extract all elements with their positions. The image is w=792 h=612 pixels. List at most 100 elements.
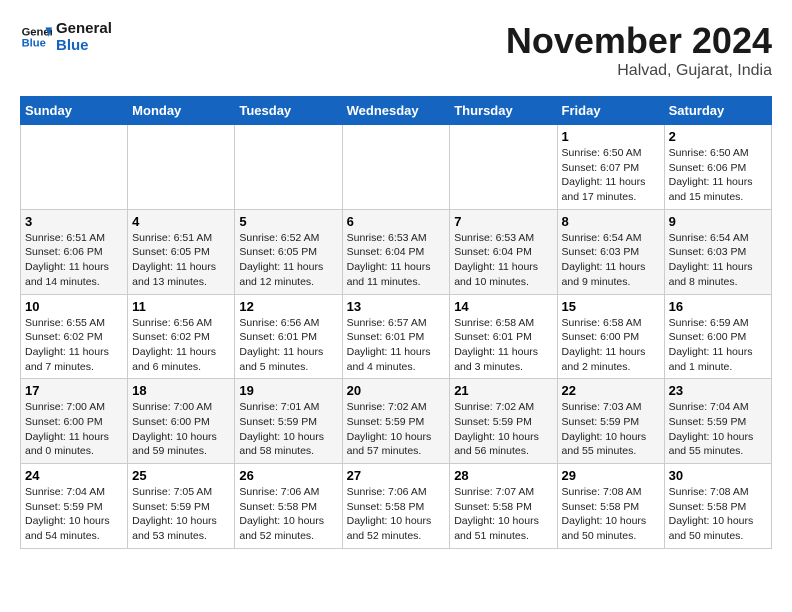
day-cell: 19 Sunrise: 7:01 AM Sunset: 5:59 PM Dayli… [235, 379, 342, 464]
day-cell [342, 125, 450, 210]
day-cell: 12Sunrise: 6:56 AM Sunset: 6:01 PM Dayli… [235, 294, 342, 379]
day-info: Sunrise: 6:50 AM Sunset: 6:07 PM Dayligh… [562, 146, 660, 205]
day-number: 7 [454, 214, 552, 229]
day-cell: 5 Sunrise: 6:52 AM Sunset: 6:05 PM Daylig… [235, 209, 342, 294]
day-cell: 13Sunrise: 6:57 AM Sunset: 6:01 PM Dayli… [342, 294, 450, 379]
weekday-header-monday: Monday [128, 97, 235, 125]
day-cell: 18 Sunrise: 7:00 AM Sunset: 6:00 PM Dayli… [128, 379, 235, 464]
week-row-2: 10 Sunrise: 6:55 AM Sunset: 6:02 PM Dayli… [21, 294, 772, 379]
weekday-header-wednesday: Wednesday [342, 97, 450, 125]
day-cell: 22 Sunrise: 7:03 AM Sunset: 5:59 PM Dayli… [557, 379, 664, 464]
day-info: Sunrise: 7:07 AM Sunset: 5:58 PM Dayligh… [454, 485, 552, 544]
day-number: 6 [347, 214, 446, 229]
day-cell: 7Sunrise: 6:53 AM Sunset: 6:04 PM Daylig… [450, 209, 557, 294]
day-number: 19 [239, 383, 337, 398]
day-info: Sunrise: 7:06 AM Sunset: 5:58 PM Dayligh… [239, 485, 337, 544]
day-info: Sunrise: 7:06 AM Sunset: 5:58 PM Dayligh… [347, 485, 446, 544]
day-info: Sunrise: 7:08 AM Sunset: 5:58 PM Dayligh… [669, 485, 767, 544]
day-number: 30 [669, 468, 767, 483]
logo-icon: General Blue [20, 21, 52, 53]
day-cell: 29Sunrise: 7:08 AM Sunset: 5:58 PM Dayli… [557, 464, 664, 549]
logo-line1: General [56, 20, 112, 37]
day-cell: 6 Sunrise: 6:53 AM Sunset: 6:04 PM Daylig… [342, 209, 450, 294]
day-number: 17 [25, 383, 123, 398]
week-row-3: 17 Sunrise: 7:00 AM Sunset: 6:00 PM Dayli… [21, 379, 772, 464]
day-number: 28 [454, 468, 552, 483]
day-info: Sunrise: 6:50 AM Sunset: 6:06 PM Dayligh… [669, 146, 767, 205]
day-number: 5 [239, 214, 337, 229]
svg-text:Blue: Blue [22, 38, 46, 50]
weekday-header-row: SundayMondayTuesdayWednesdayThursdayFrid… [21, 97, 772, 125]
day-cell: 11 Sunrise: 6:56 AM Sunset: 6:02 PM Dayli… [128, 294, 235, 379]
week-row-4: 24 Sunrise: 7:04 AM Sunset: 5:59 PM Dayli… [21, 464, 772, 549]
weekday-header-saturday: Saturday [664, 97, 771, 125]
page-header: General Blue General Blue November 2024 … [20, 20, 772, 80]
day-number: 11 [132, 299, 230, 314]
day-number: 24 [25, 468, 123, 483]
day-cell: 28 Sunrise: 7:07 AM Sunset: 5:58 PM Dayli… [450, 464, 557, 549]
title-block: November 2024 Halvad, Gujarat, India [506, 20, 772, 80]
day-number: 10 [25, 299, 123, 314]
day-info: Sunrise: 7:03 AM Sunset: 5:59 PM Dayligh… [562, 400, 660, 459]
weekday-header-thursday: Thursday [450, 97, 557, 125]
day-info: Sunrise: 7:04 AM Sunset: 5:59 PM Dayligh… [669, 400, 767, 459]
day-info: Sunrise: 7:05 AM Sunset: 5:59 PM Dayligh… [132, 485, 230, 544]
day-number: 1 [562, 129, 660, 144]
day-info: Sunrise: 7:00 AM Sunset: 6:00 PM Dayligh… [132, 400, 230, 459]
location: Halvad, Gujarat, India [506, 62, 772, 80]
day-number: 12 [239, 299, 337, 314]
day-cell [450, 125, 557, 210]
day-cell: 4Sunrise: 6:51 AM Sunset: 6:05 PM Daylig… [128, 209, 235, 294]
day-number: 14 [454, 299, 552, 314]
calendar-table: SundayMondayTuesdayWednesdayThursdayFrid… [20, 96, 772, 549]
day-number: 2 [669, 129, 767, 144]
day-info: Sunrise: 6:51 AM Sunset: 6:05 PM Dayligh… [132, 231, 230, 290]
day-info: Sunrise: 7:00 AM Sunset: 6:00 PM Dayligh… [25, 400, 123, 459]
day-info: Sunrise: 6:57 AM Sunset: 6:01 PM Dayligh… [347, 316, 446, 375]
day-number: 29 [562, 468, 660, 483]
day-number: 25 [132, 468, 230, 483]
day-cell: 30 Sunrise: 7:08 AM Sunset: 5:58 PM Dayli… [664, 464, 771, 549]
day-number: 8 [562, 214, 660, 229]
day-info: Sunrise: 6:59 AM Sunset: 6:00 PM Dayligh… [669, 316, 767, 375]
day-cell: 16 Sunrise: 6:59 AM Sunset: 6:00 PM Dayli… [664, 294, 771, 379]
day-cell: 17 Sunrise: 7:00 AM Sunset: 6:00 PM Dayli… [21, 379, 128, 464]
day-number: 3 [25, 214, 123, 229]
day-number: 21 [454, 383, 552, 398]
weekday-header-friday: Friday [557, 97, 664, 125]
day-info: Sunrise: 7:04 AM Sunset: 5:59 PM Dayligh… [25, 485, 123, 544]
day-info: Sunrise: 6:54 AM Sunset: 6:03 PM Dayligh… [562, 231, 660, 290]
day-info: Sunrise: 7:01 AM Sunset: 5:59 PM Dayligh… [239, 400, 337, 459]
day-number: 22 [562, 383, 660, 398]
day-cell: 23Sunrise: 7:04 AM Sunset: 5:59 PM Dayli… [664, 379, 771, 464]
logo: General Blue General Blue [20, 20, 112, 54]
day-cell [21, 125, 128, 210]
day-number: 18 [132, 383, 230, 398]
day-cell: 2 Sunrise: 6:50 AM Sunset: 6:06 PM Daylig… [664, 125, 771, 210]
day-cell: 14Sunrise: 6:58 AM Sunset: 6:01 PM Dayli… [450, 294, 557, 379]
day-cell: 21Sunrise: 7:02 AM Sunset: 5:59 PM Dayli… [450, 379, 557, 464]
day-cell: 9Sunrise: 6:54 AM Sunset: 6:03 PM Daylig… [664, 209, 771, 294]
day-number: 16 [669, 299, 767, 314]
day-info: Sunrise: 6:53 AM Sunset: 6:04 PM Dayligh… [347, 231, 446, 290]
day-cell: 8 Sunrise: 6:54 AM Sunset: 6:03 PM Daylig… [557, 209, 664, 294]
day-cell: 27Sunrise: 7:06 AM Sunset: 5:58 PM Dayli… [342, 464, 450, 549]
day-number: 15 [562, 299, 660, 314]
day-cell: 24 Sunrise: 7:04 AM Sunset: 5:59 PM Dayli… [21, 464, 128, 549]
logo-line2: Blue [56, 37, 112, 54]
weekday-header-sunday: Sunday [21, 97, 128, 125]
week-row-1: 3Sunrise: 6:51 AM Sunset: 6:06 PM Daylig… [21, 209, 772, 294]
day-cell: 25 Sunrise: 7:05 AM Sunset: 5:59 PM Dayli… [128, 464, 235, 549]
day-number: 26 [239, 468, 337, 483]
day-info: Sunrise: 6:55 AM Sunset: 6:02 PM Dayligh… [25, 316, 123, 375]
day-cell [235, 125, 342, 210]
day-cell: 3Sunrise: 6:51 AM Sunset: 6:06 PM Daylig… [21, 209, 128, 294]
day-number: 9 [669, 214, 767, 229]
day-cell: 1 Sunrise: 6:50 AM Sunset: 6:07 PM Daylig… [557, 125, 664, 210]
day-info: Sunrise: 6:56 AM Sunset: 6:02 PM Dayligh… [132, 316, 230, 375]
day-info: Sunrise: 7:02 AM Sunset: 5:59 PM Dayligh… [347, 400, 446, 459]
day-info: Sunrise: 6:58 AM Sunset: 6:00 PM Dayligh… [562, 316, 660, 375]
day-cell: 20Sunrise: 7:02 AM Sunset: 5:59 PM Dayli… [342, 379, 450, 464]
day-cell: 10 Sunrise: 6:55 AM Sunset: 6:02 PM Dayli… [21, 294, 128, 379]
day-info: Sunrise: 6:52 AM Sunset: 6:05 PM Dayligh… [239, 231, 337, 290]
